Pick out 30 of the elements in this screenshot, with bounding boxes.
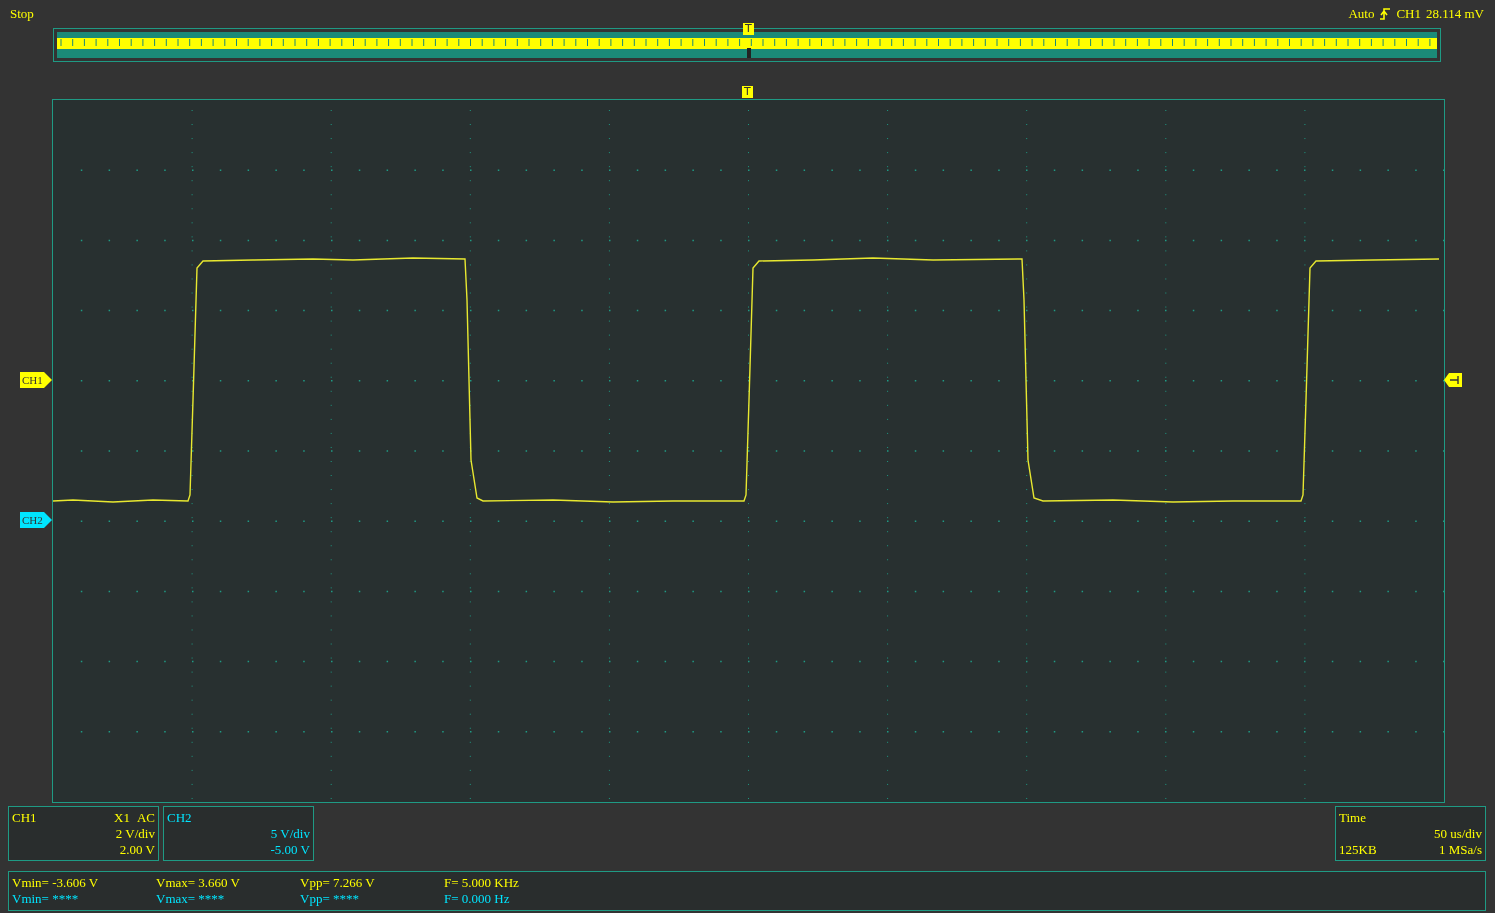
channel-marker[interactable]: CH2 <box>20 512 52 528</box>
timebase-title: Time <box>1339 810 1366 826</box>
frequency-reading: F= 0.000 Hz <box>444 891 511 907</box>
vmin-reading: Vmin= -3.606 V <box>12 875 100 891</box>
volts-per-div: 5 V/div <box>270 826 310 842</box>
channel-name: CH2 <box>167 810 192 826</box>
trigger-source: CH1 <box>1396 6 1421 22</box>
channel-name: CH1 <box>12 810 37 826</box>
time-per-div: 50 us/div <box>1433 826 1482 842</box>
channel-marker[interactable]: CH1 <box>20 372 52 388</box>
channel-offset: -5.00 V <box>270 842 310 858</box>
trigger-level-marker[interactable] <box>1444 373 1462 387</box>
frequency-reading: F= 5.000 KHz <box>444 875 520 891</box>
trigger-level: 28.114 mV <box>1425 6 1484 22</box>
trigger-mode: Auto <box>1348 6 1375 22</box>
probe-factor: X1 <box>114 810 130 826</box>
trigger-position-marker[interactable]: T <box>743 23 754 35</box>
vpp-reading: Vpp= 7.266 V <box>300 875 376 891</box>
volts-per-div: 2 V/div <box>115 826 155 842</box>
vmax-reading: Vmax= **** <box>156 891 226 907</box>
vpp-reading: Vpp= **** <box>300 891 360 907</box>
vmin-reading: Vmin= **** <box>12 891 80 907</box>
run-status: Stop <box>10 6 34 22</box>
memory-depth: 125KB <box>1339 842 1377 858</box>
sample-rate: 1 MSa/s <box>1439 842 1482 858</box>
channel-offset: 2.00 V <box>119 842 155 858</box>
rising-edge-icon <box>1379 7 1392 21</box>
vmax-reading: Vmax= 3.660 V <box>156 875 241 891</box>
trigger-time-marker[interactable]: T <box>742 86 753 98</box>
coupling-mode: AC <box>136 810 155 826</box>
